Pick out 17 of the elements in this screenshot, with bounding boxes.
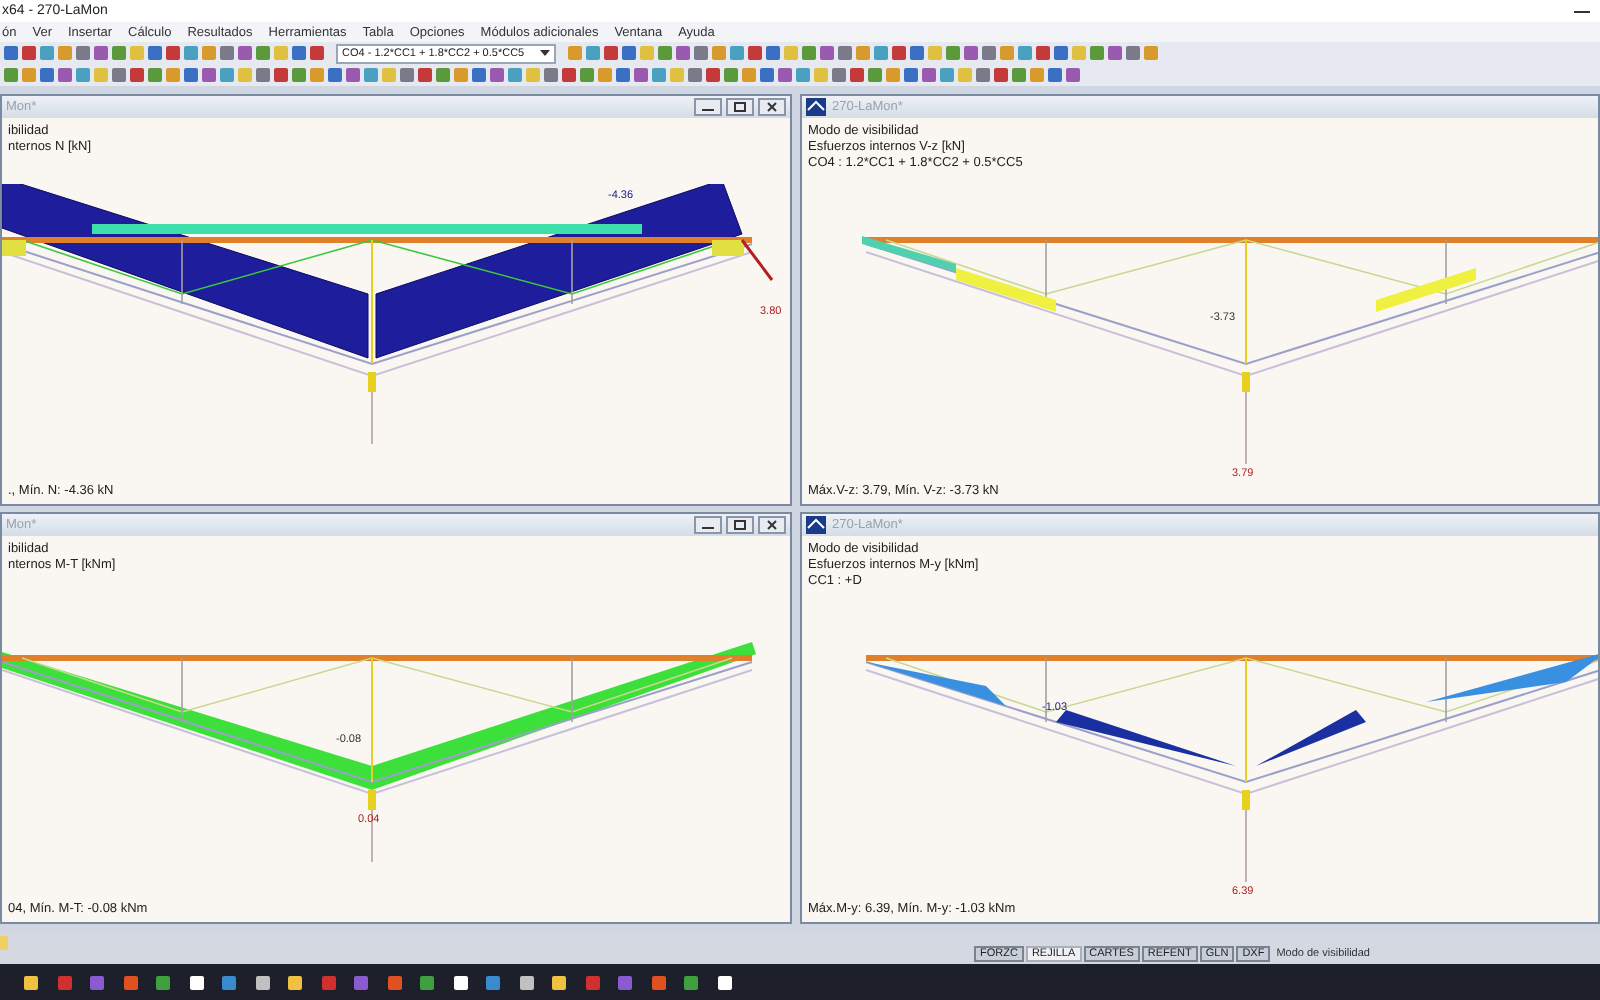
maximize-icon[interactable] (726, 516, 754, 534)
minimize-icon[interactable] (694, 516, 722, 534)
taskbar-icon[interactable] (453, 975, 467, 989)
close-icon[interactable] (758, 516, 786, 534)
taskbar-icon[interactable] (24, 975, 38, 989)
minimize-icon[interactable] (1572, 5, 1592, 17)
maximize-icon[interactable] (726, 98, 754, 116)
minimize-icon[interactable] (694, 98, 722, 116)
caret-icon (540, 49, 551, 57)
taskbar-icon[interactable] (189, 975, 203, 989)
taskbar-icon[interactable] (552, 975, 566, 989)
status-indicator-icon (0, 936, 8, 950)
taskbar-icon[interactable] (717, 975, 731, 989)
taskbar-icon[interactable] (288, 975, 302, 989)
close-icon[interactable] (758, 98, 786, 116)
taskbar-icon[interactable] (519, 975, 533, 989)
taskbar-icon[interactable] (255, 975, 269, 989)
